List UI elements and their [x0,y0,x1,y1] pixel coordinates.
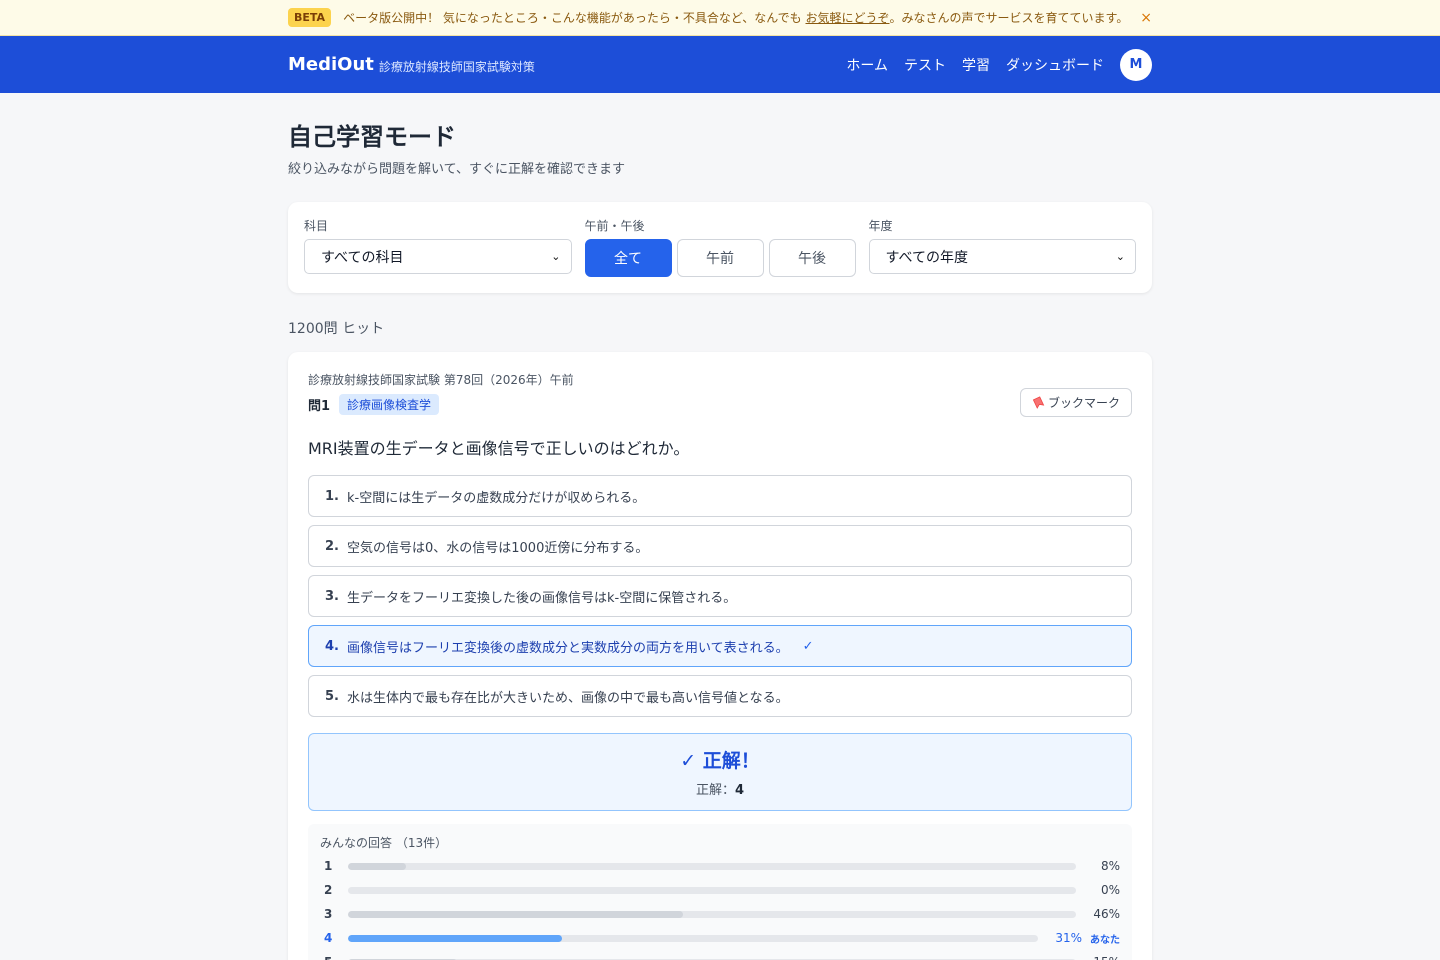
year-select-value: すべての年度 [885,249,968,266]
correct-answer-value: 4 [734,783,745,798]
session-filter: 午前・午後 全て 午前 午後 [584,217,856,277]
subject-select-value: すべての科目 [321,249,404,266]
choice-text: 画像信号はフーリエ変換後の虚数成分と実数成分の両方を用いて表される。 [346,640,789,656]
choice-number: 1. [325,488,339,504]
stats-choice-label: 5 [320,955,348,960]
question-card: 診療放射線技師国家試験 第78回（2026年）午前 問1 診療画像検査学 ブック… [288,352,1152,960]
stats-bar-fill [348,862,407,870]
choice-number: 2. [325,538,339,554]
stats-row: 1 8% [320,854,1120,878]
bookmark-icon [1032,396,1045,409]
app-header: MediOut 診療放射線技師国家試験対策 ホーム テスト 学習 ダッシュボード… [0,36,1440,93]
choice-text: 空気の信号は0、水の信号は1000近傍に分布する。 [346,540,649,556]
choice-list: 1. k-空間には生データの虚数成分だけが収められる。 2. 空気の信号は0、水… [308,475,1132,717]
beta-banner: BETA ベータ版公開中！ 気になったところ・こんな機能があったら・不具合など、… [0,0,1440,36]
chevron-down-icon: ⌄ [1115,250,1125,263]
your-answer-badge: あなた [1090,934,1120,946]
nav-home[interactable]: ホーム [846,55,888,75]
stats-bar [348,910,1076,918]
session-segmented-control: 全て 午前 午後 [584,239,856,277]
subject-label: 科目 [304,219,329,233]
stats-title: みんなの回答 （13件） [320,836,448,850]
result-title: ✓ 正解！ [680,750,760,772]
session-label: 午前・午後 [584,219,645,233]
nav-test[interactable]: テスト [904,55,946,75]
year-label: 年度 [868,219,893,233]
stats-percent: 31% [1055,931,1082,945]
session-am-button[interactable]: 午前 [676,239,764,277]
choice-text: 水は生体内で最も存在比が大きいため、画像の中で最も高い信号値となる。 [346,690,789,706]
choice-text: 生データをフーリエ変換した後の画像信号はk-空間に保管される。 [346,590,737,606]
year-select[interactable]: すべての年度 ⌄ [868,239,1136,274]
chevron-down-icon: ⌄ [551,250,561,263]
subject-tag: 診療画像検査学 [339,394,440,415]
stats-choice-label: 4 [324,931,333,945]
session-pm-button[interactable]: 午後 [768,239,856,277]
feedback-link[interactable]: お気軽にどうぞ [806,11,890,25]
correct-answer-label: 正解： [695,783,735,798]
avatar[interactable]: M [1120,48,1152,81]
answer-stats: みんなの回答 （13件） 1 8% 2 0% 3 46% 4 31% あなた 5 15% [308,824,1132,960]
stats-percent: 8% [1100,859,1120,873]
choice-number: 4. [325,638,339,654]
stats-row: 2 0% [320,878,1120,902]
stats-bar-fill [348,910,683,918]
choice-number: 5. [325,688,339,704]
beta-text-before: ベータ版公開中！ 気になったところ・こんな機能があったら・不具合など、なんでも [343,11,806,25]
stats-row: 4 31% あなた [320,926,1120,950]
year-filter: 年度 すべての年度 ⌄ [868,217,1136,277]
hit-count: 1200問 ヒット [288,321,385,337]
logo[interactable]: MediOut [288,54,374,75]
stats-row: 5 15% [320,950,1120,960]
check-icon: ✓ [802,638,814,654]
subject-select[interactable]: すべての科目 ⌄ [304,239,572,274]
stats-choice-label: 1 [324,859,333,873]
main-nav: ホーム テスト 学習 ダッシュボード M [830,48,1152,81]
correct-answer: 正解：4 [309,779,1131,798]
question-number: 問1 [308,399,331,414]
beta-badge: BETA [288,8,332,27]
choice-2[interactable]: 2. 空気の信号は0、水の信号は1000近傍に分布する。 [308,525,1132,567]
main-content: 自己学習モード 絞り込みながら問題を解いて、すぐに正解を確認できます 科目 すべ… [288,117,1152,960]
choice-5[interactable]: 5. 水は生体内で最も存在比が大きいため、画像の中で最も高い信号値となる。 [308,675,1132,717]
beta-text-after: 。みなさんの声でサービスを育てています。 [889,11,1129,25]
page-subtitle: 絞り込みながら問題を解いて、すぐに正解を確認できます [288,162,625,177]
beta-message: ベータ版公開中！ 気になったところ・こんな機能があったら・不具合など、なんでも … [343,9,1132,26]
result-panel: ✓ 正解！ 正解：4 [308,733,1132,811]
choice-1[interactable]: 1. k-空間には生データの虚数成分だけが収められる。 [308,475,1132,517]
stats-percent: 46% [1093,907,1120,921]
subject-filter: 科目 すべての科目 ⌄ [304,217,572,277]
stats-row: 3 46% [320,902,1120,926]
choice-3[interactable]: 3. 生データをフーリエ変換した後の画像信号はk-空間に保管される。 [308,575,1132,617]
stats-percent: 15% [1076,955,1120,960]
stats-rows: 1 8% 2 0% 3 46% 4 31% あなた 5 15% [320,854,1120,960]
choice-text: k-空間には生データの虚数成分だけが収められる。 [346,490,646,506]
filter-panel: 科目 すべての科目 ⌄ 午前・午後 全て 午前 午後 年度 すべての年度 ⌄ [288,202,1152,293]
stats-bar-fill [348,934,562,942]
question-meta: 診療放射線技師国家試験 第78回（2026年）午前 [308,373,574,387]
stats-bar [348,934,1038,942]
stats-choice-label: 2 [324,883,333,897]
bookmark-button[interactable]: ブックマーク [1019,388,1132,417]
nav-dashboard[interactable]: ダッシュボード [1006,55,1104,75]
logo-subtitle: 診療放射線技師国家試験対策 [378,59,535,74]
question-text: MRI装置の生データと画像信号で正しいのはどれか。 [308,439,690,458]
stats-percent: 0% [1100,883,1120,897]
choice-4[interactable]: 4. 画像信号はフーリエ変換後の虚数成分と実数成分の両方を用いて表される。 ✓ [308,625,1132,667]
nav-study[interactable]: 学習 [962,55,990,75]
session-all-button[interactable]: 全て [584,239,672,277]
close-icon[interactable]: × [1140,10,1152,26]
stats-bar [348,886,1076,894]
stats-bar [348,862,1076,870]
stats-choice-label: 3 [324,907,333,921]
bookmark-label: ブックマーク [1047,396,1120,410]
choice-number: 3. [325,588,339,604]
page-title: 自己学習モード [288,123,456,151]
